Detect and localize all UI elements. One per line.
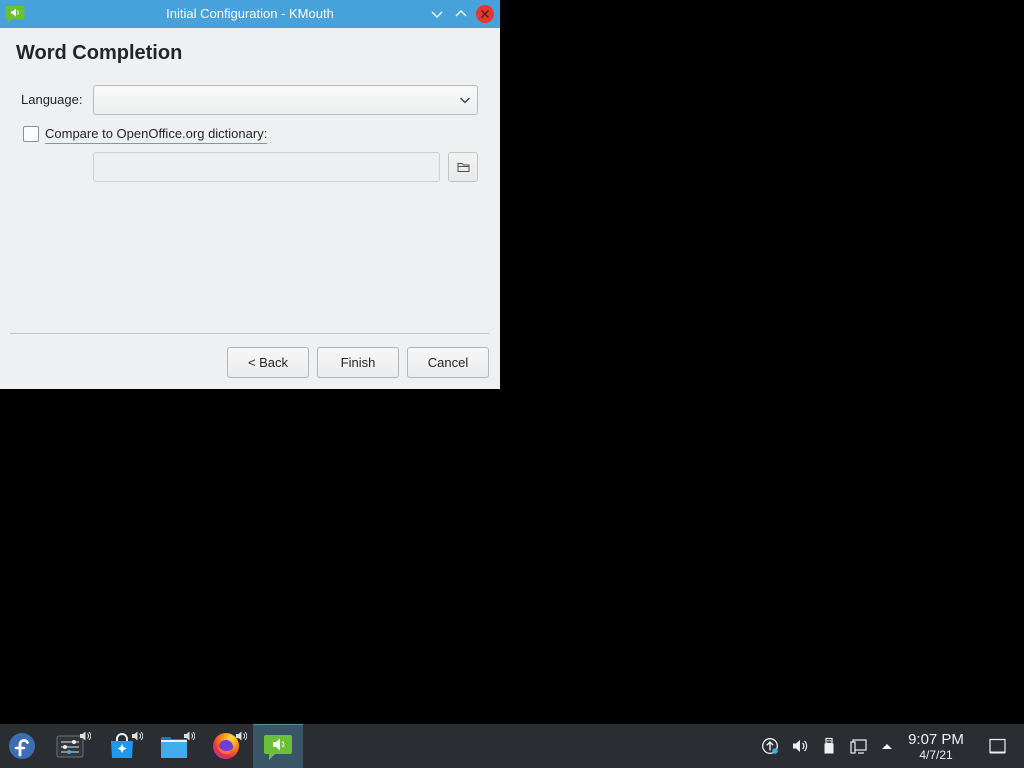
title-bar[interactable]: Initial Configuration - KMouth [0, 0, 500, 28]
finish-button[interactable]: Finish [317, 347, 399, 378]
taskbar: 9:07 PM 4/7/21 [0, 724, 1024, 768]
fedora-icon[interactable] [8, 732, 36, 760]
task-firefox[interactable] [201, 724, 251, 768]
window-title: Initial Configuration - KMouth [166, 6, 334, 21]
kmouth-icon [263, 732, 293, 762]
speaker-icon [235, 730, 247, 742]
updates-icon[interactable] [761, 737, 779, 755]
removable-device-icon[interactable] [820, 737, 838, 755]
expand-tray-icon[interactable] [878, 737, 896, 755]
clock-time: 9:07 PM [908, 731, 964, 748]
network-wired-icon[interactable] [850, 737, 868, 755]
chevron-down-icon [459, 94, 471, 106]
speaker-icon [79, 730, 91, 742]
speaker-icon [183, 730, 195, 742]
compare-dictionary-checkbox[interactable] [23, 126, 39, 142]
task-discover[interactable] [97, 724, 147, 768]
kmouth-config-window: Initial Configuration - KMouth Word Comp… [0, 0, 500, 389]
volume-icon[interactable] [791, 737, 809, 755]
task-dolphin[interactable] [149, 724, 199, 768]
dictionary-path-field[interactable] [93, 152, 440, 182]
chevron-up-icon[interactable] [451, 4, 471, 24]
speaker-icon [131, 730, 143, 742]
button-separator [10, 333, 489, 334]
page-title: Word Completion [16, 42, 183, 64]
chevron-down-icon[interactable] [427, 4, 447, 24]
cancel-button[interactable]: Cancel [407, 347, 489, 378]
digital-clock[interactable]: 9:07 PM 4/7/21 [896, 724, 976, 768]
close-icon[interactable] [475, 4, 495, 24]
show-desktop-icon[interactable] [989, 738, 1006, 755]
compare-dictionary-label[interactable]: Compare to OpenOffice.org dictionary: [45, 126, 268, 144]
back-button[interactable]: < Back [227, 347, 309, 378]
task-system-settings[interactable] [45, 724, 95, 768]
browse-dictionary-button[interactable] [448, 152, 478, 182]
clock-date: 4/7/21 [919, 748, 953, 762]
language-label: Language: [21, 92, 83, 107]
language-combobox[interactable] [93, 85, 478, 115]
task-kmouth[interactable] [253, 724, 303, 768]
